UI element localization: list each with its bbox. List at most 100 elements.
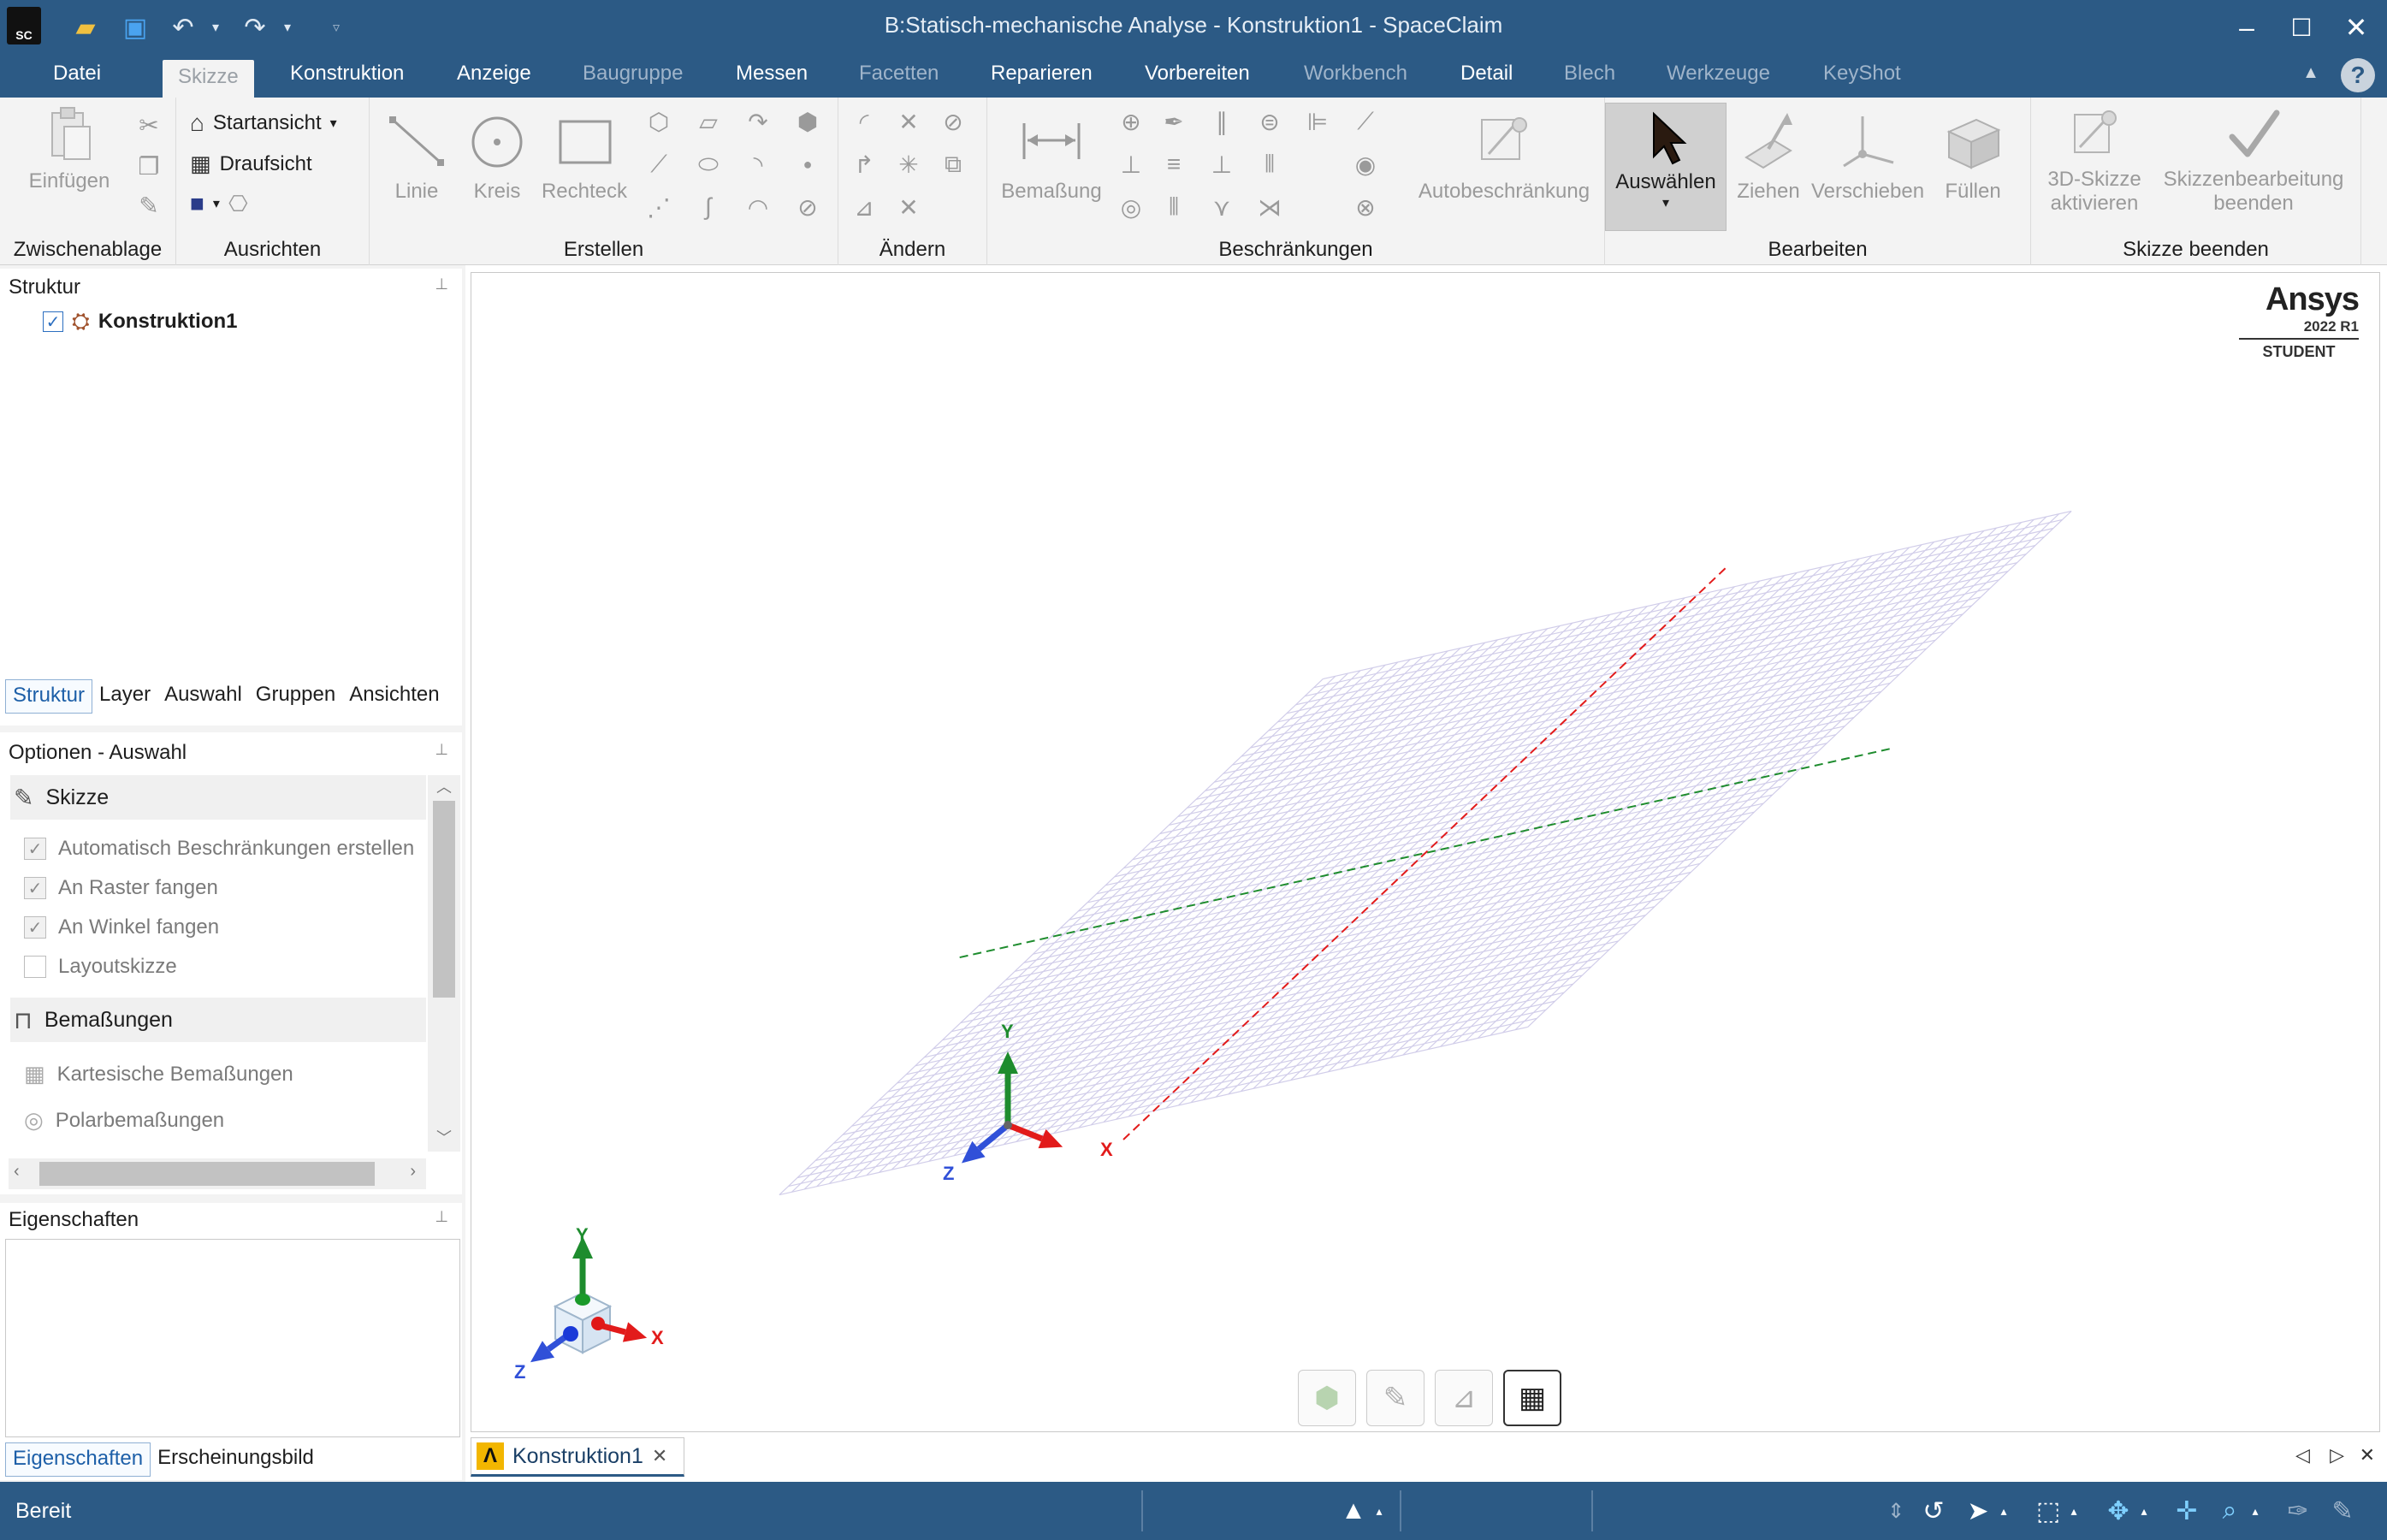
rectangle-button[interactable]: Rechteck — [537, 106, 631, 204]
tab-layer[interactable]: Layer — [92, 679, 157, 714]
navigate-up-icon[interactable]: ▲ — [1335, 1494, 1372, 1528]
option-snap-grid-checkbox[interactable]: ✓ — [24, 877, 46, 899]
tab-facetten[interactable]: Facetten — [859, 62, 939, 92]
zoom-dropdown-icon[interactable]: ▴ — [2245, 1494, 2266, 1528]
constraint-concentric-icon[interactable]: ◎ — [1116, 192, 1146, 222]
circle-button[interactable]: Kreis — [460, 106, 534, 204]
maximize-button[interactable]: ☐ — [2276, 5, 2327, 50]
tab-reparieren[interactable]: Reparieren — [991, 62, 1093, 92]
document-tab[interactable]: Λ Konstruktion1 ✕ — [471, 1437, 684, 1477]
zoom-icon[interactable]: ⌕ — [2211, 1494, 2248, 1528]
sweep-arc-icon[interactable]: ◝ — [743, 149, 773, 180]
sketch-grid[interactable]: Y X Z Y X Z — [471, 273, 2379, 1431]
constraint-perpendicular-icon[interactable]: ⊥ — [1206, 149, 1237, 180]
constraint-coincident-icon[interactable]: ≡ — [1158, 149, 1189, 180]
pin-icon[interactable]: ⊥ — [435, 741, 448, 759]
tab-baugruppe[interactable]: Baugruppe — [583, 62, 683, 92]
option-auto-constraints[interactable]: ✓ Automatisch Beschränkungen erstellen — [24, 837, 414, 861]
tab-skizze[interactable]: Skizze — [163, 60, 254, 98]
constraint-horizontal-icon[interactable]: ⊥ — [1116, 149, 1146, 180]
move-button[interactable]: Verschieben — [1809, 106, 1927, 204]
three-point-arc-icon[interactable]: ◠ — [743, 192, 773, 222]
snap-view-icon[interactable]: ⎔ — [228, 191, 248, 217]
trim-icon[interactable]: ✕ — [893, 106, 924, 137]
tab-eigenschaften[interactable]: Eigenschaften — [5, 1442, 151, 1477]
tab-scroll-right-icon[interactable]: ▷ — [2330, 1444, 2344, 1466]
select-dropdown-icon[interactable]: ▾ — [1606, 194, 1726, 211]
paste-button[interactable]: Einfügen — [22, 104, 116, 193]
line-button[interactable]: Linie — [378, 106, 455, 204]
home-view-button[interactable]: ⌂ Startansicht ▾ — [190, 110, 337, 137]
pull-button[interactable]: Ziehen — [1732, 106, 1805, 204]
tangent-line-icon[interactable]: ⟋ — [643, 149, 674, 180]
mini-toolbar-sketch[interactable]: ✎ — [1366, 1370, 1424, 1426]
option-cartesian-dimensions[interactable]: ▦ Kartesische Bemaßungen — [24, 1061, 293, 1087]
options-horizontal-scrollbar[interactable]: ‹ › — [9, 1158, 426, 1189]
close-window-button[interactable]: ✕ — [2331, 5, 2382, 50]
fill-button[interactable]: Füllen — [1930, 106, 2016, 204]
top-view-button[interactable]: ▦ Draufsicht — [190, 151, 312, 177]
constraint-angle-icon[interactable]: ⋎ — [1206, 192, 1237, 222]
tab-werkzeuge[interactable]: Werkzeuge — [1667, 62, 1770, 92]
tab-auswahl[interactable]: Auswahl — [157, 679, 249, 714]
rotate-dropdown-icon[interactable]: ▴ — [2134, 1494, 2154, 1528]
constraint-tangent-icon[interactable]: ⟋ — [1350, 106, 1381, 137]
pin-icon[interactable]: ⊥ — [435, 1208, 448, 1226]
view-dropdown-icon[interactable]: ▾ — [213, 195, 220, 212]
tab-workbench[interactable]: Workbench — [1304, 62, 1407, 92]
point-icon[interactable]: ● — [792, 149, 823, 180]
format-painter-icon[interactable]: ✎ — [133, 190, 164, 221]
close-tab-icon[interactable]: ✕ — [652, 1445, 667, 1467]
offset-curve-icon[interactable]: ✳ — [893, 149, 924, 180]
measure-icon[interactable]: ✑ — [2279, 1494, 2317, 1528]
constraint-symmetric-icon[interactable]: ⫴ — [1254, 149, 1285, 180]
tab-vorbereiten[interactable]: Vorbereiten — [1145, 62, 1250, 92]
undo-selection-icon[interactable]: ↺ — [1915, 1494, 1952, 1528]
fillet-icon[interactable]: ◜ — [849, 106, 880, 137]
option-auto-constraints-checkbox[interactable]: ✓ — [24, 838, 46, 860]
construction-line-icon[interactable]: ⋰ — [643, 192, 674, 222]
horizontal-scroll-thumb[interactable] — [39, 1162, 375, 1186]
options-vertical-scrollbar[interactable]: ︿ ﹀ — [428, 775, 460, 1152]
tab-blech[interactable]: Blech — [1564, 62, 1615, 92]
select-button[interactable]: Auswählen ▾ — [1605, 103, 1727, 231]
rotate-icon[interactable]: ✥ — [2100, 1494, 2137, 1528]
option-snap-angle[interactable]: ✓ An Winkel fangen — [24, 915, 219, 939]
delete-constraint-icon[interactable]: ⊗ — [1350, 192, 1381, 222]
three-point-rectangle-icon[interactable]: ▱ — [693, 106, 724, 137]
3d-viewport[interactable]: Y X Z Y X Z Ansys 2022 R1 STUDENT ⬢ ✎ ⊿ ▦ — [471, 272, 2380, 1432]
constraint-align-icon[interactable]: ⊫ — [1302, 106, 1333, 137]
tab-detail[interactable]: Detail — [1460, 62, 1513, 92]
auto-constraint-button[interactable]: Autobeschränkung — [1410, 106, 1598, 204]
mini-toolbar-solid[interactable]: ⬢ — [1298, 1370, 1356, 1426]
project-icon[interactable]: ⧉ — [938, 149, 968, 180]
dimension-button[interactable]: Bemaßung — [996, 106, 1107, 204]
option-snap-grid[interactable]: ✓ An Raster fangen — [24, 876, 218, 900]
extend-curve-icon[interactable]: ↱ — [849, 149, 880, 180]
scroll-up-icon[interactable]: ︿ — [428, 775, 460, 801]
view-cube-button[interactable]: ■ ▾ ⎔ — [190, 190, 248, 217]
tab-erscheinungsbild[interactable]: Erscheinungsbild — [151, 1442, 321, 1477]
constraint-vertical-icon[interactable]: ⦀ — [1158, 192, 1189, 222]
box-select-dropdown-icon[interactable]: ▴ — [2064, 1494, 2084, 1528]
home-view-dropdown-icon[interactable]: ▾ — [330, 115, 337, 132]
spin-arrows-icon[interactable]: ⇕ — [1877, 1494, 1915, 1528]
collapse-ribbon-icon[interactable]: ▲ — [2298, 63, 2324, 89]
constraint-pin-icon[interactable]: ✒ — [1158, 106, 1189, 137]
constraint-show-icon[interactable]: ◉ — [1350, 149, 1381, 180]
section-sketch[interactable]: ✎ Skizze — [10, 775, 426, 820]
scroll-left-icon[interactable]: ‹ — [14, 1162, 20, 1182]
activate-3d-sketch-button[interactable]: 3D-Skizze aktivieren — [2038, 106, 2151, 216]
polygon-icon[interactable]: ⬡ — [643, 106, 674, 137]
tab-anzeige[interactable]: Anzeige — [457, 62, 531, 92]
scroll-right-icon[interactable]: › — [410, 1162, 416, 1182]
scale-icon[interactable]: ⊿ — [849, 192, 880, 222]
tree-root-checkbox[interactable]: ✓ — [43, 311, 63, 332]
tab-ansichten[interactable]: Ansichten — [342, 679, 446, 714]
tab-struktur[interactable]: Struktur — [5, 679, 93, 714]
tangent-arc-icon[interactable]: ↷ — [743, 106, 773, 137]
mini-toolbar-plan-view[interactable]: ▦ — [1503, 1370, 1561, 1426]
mini-toolbar-section[interactable]: ⊿ — [1435, 1370, 1493, 1426]
tab-messen[interactable]: Messen — [736, 62, 808, 92]
box-select-icon[interactable]: ⬚ — [2029, 1494, 2067, 1528]
